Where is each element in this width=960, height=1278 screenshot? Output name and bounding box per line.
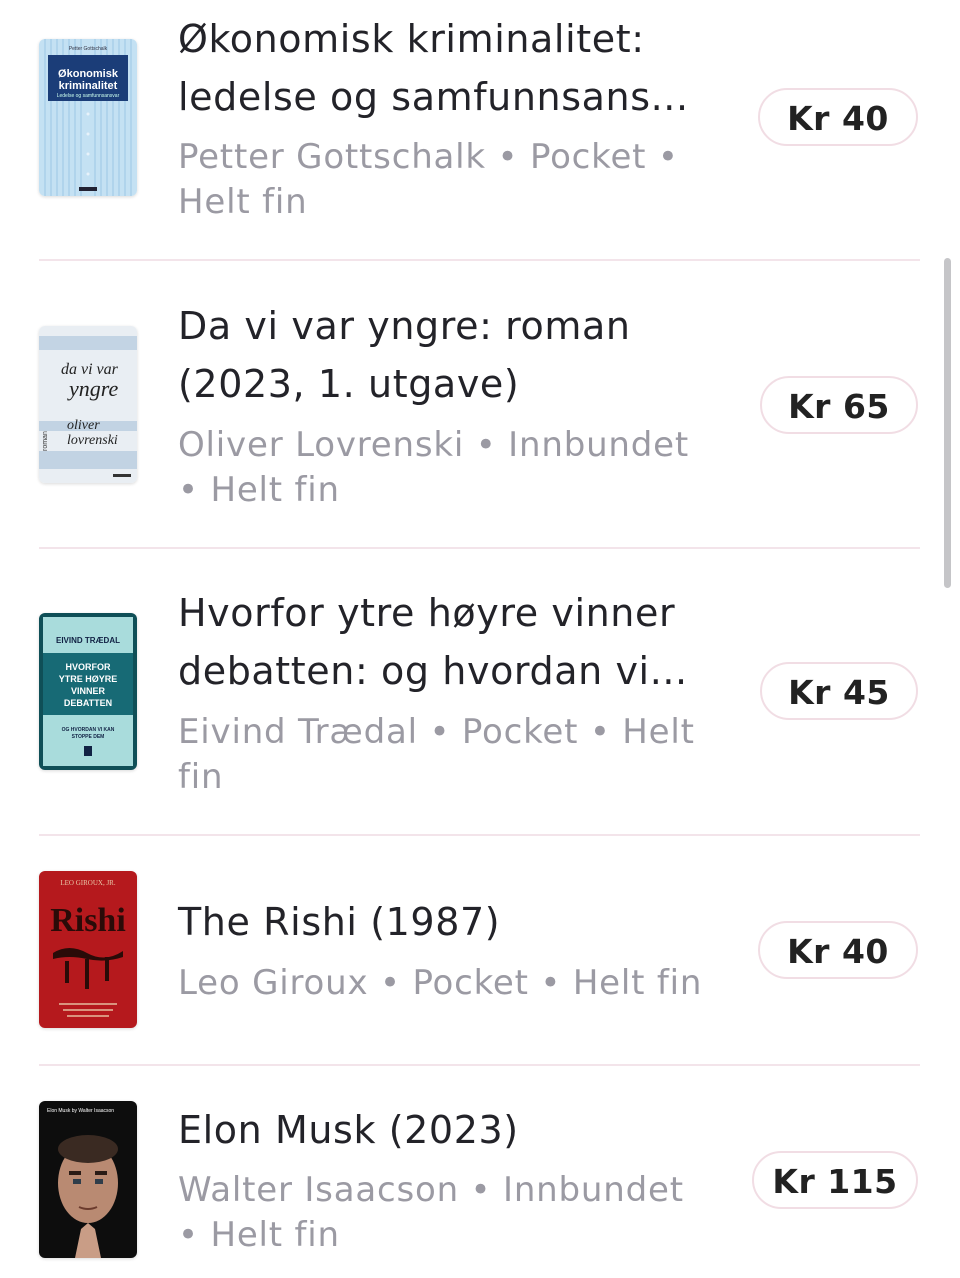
book-title-line: Elon Musk (2023) bbox=[178, 1108, 519, 1152]
price-button[interactable]: Kr 45 bbox=[760, 662, 918, 720]
price-button[interactable]: Kr 115 bbox=[752, 1151, 918, 1209]
list-item[interactable]: da vi var yngre oliver lovrenski roman D… bbox=[0, 261, 960, 549]
price-button[interactable]: Kr 40 bbox=[758, 88, 918, 146]
book-title[interactable]: Hvorfor ytre høyre vinner debatten: og h… bbox=[178, 584, 738, 700]
svg-text:YTRE HØYRE: YTRE HØYRE bbox=[59, 674, 118, 684]
book-title-line: Hvorfor ytre høyre vinner bbox=[178, 591, 676, 635]
book-cover-image[interactable]: Petter Gottschalk Økonomisk kriminalitet… bbox=[39, 39, 137, 196]
book-title[interactable]: The Rishi (1987) bbox=[178, 893, 738, 951]
book-title[interactable]: Elon Musk (2023) bbox=[178, 1101, 738, 1159]
book-meta-line: • Helt fin bbox=[178, 1215, 340, 1255]
svg-text:EIVIND TRÆDAL: EIVIND TRÆDAL bbox=[56, 636, 120, 645]
book-meta-line: Walter Isaacson • Innbundet bbox=[178, 1170, 684, 1210]
book-title-line: ledelse og samfunnsans... bbox=[178, 75, 689, 119]
svg-text:Ledelse og samfunnsansvar: Ledelse og samfunnsansvar bbox=[57, 93, 120, 99]
list-item[interactable]: Elon Musk by Walter Isaacson Elon Musk (… bbox=[0, 1065, 960, 1278]
book-meta-line: • Helt fin bbox=[178, 470, 340, 510]
svg-text:LEO GIROUX, JR.: LEO GIROUX, JR. bbox=[60, 879, 115, 887]
book-meta: Eivind Trædal • Pocket • Helt fin bbox=[178, 710, 718, 800]
book-meta-line: fin bbox=[178, 757, 224, 797]
price-button[interactable]: Kr 65 bbox=[760, 376, 918, 434]
svg-text:Elon Musk by Walter Isaacson: Elon Musk by Walter Isaacson bbox=[47, 1108, 114, 1114]
svg-text:roman: roman bbox=[42, 431, 49, 451]
price-button[interactable]: Kr 40 bbox=[758, 921, 918, 979]
book-title[interactable]: Økonomisk kriminalitet: ledelse og samfu… bbox=[178, 10, 738, 126]
book-cover-image[interactable]: LEO GIROUX, JR. Rishi bbox=[39, 871, 137, 1028]
book-meta: Oliver Lovrenski • Innbundet • Helt fin bbox=[178, 423, 718, 513]
book-meta: Leo Giroux • Pocket • Helt fin bbox=[178, 961, 718, 1006]
book-meta-line: Leo Giroux • Pocket • Helt fin bbox=[178, 963, 703, 1003]
book-title-line: (2023, 1. utgave) bbox=[178, 362, 520, 406]
svg-text:oliver: oliver bbox=[67, 418, 100, 433]
svg-text:lovrenski: lovrenski bbox=[67, 433, 118, 448]
list-item[interactable]: LEO GIROUX, JR. Rishi The Rishi (1987) L… bbox=[0, 835, 960, 1066]
list-item[interactable]: EIVIND TRÆDAL HVORFOR YTRE HØYRE VINNER … bbox=[0, 548, 960, 836]
book-meta-line: Petter Gottschalk • Pocket • bbox=[178, 137, 679, 177]
book-meta: Petter Gottschalk • Pocket • Helt fin bbox=[178, 135, 718, 225]
book-cover-image[interactable]: da vi var yngre oliver lovrenski roman bbox=[39, 326, 137, 483]
book-meta-line: Helt fin bbox=[178, 182, 308, 222]
svg-text:Rishi: Rishi bbox=[50, 902, 126, 939]
svg-text:OG HVORDAN VI KAN: OG HVORDAN VI KAN bbox=[62, 727, 115, 733]
book-title-line: Økonomisk kriminalitet: bbox=[178, 17, 645, 61]
svg-text:HVORFOR: HVORFOR bbox=[66, 662, 112, 672]
book-meta-line: Eivind Trædal • Pocket • Helt bbox=[178, 712, 695, 752]
book-meta-line: Oliver Lovrenski • Innbundet bbox=[178, 425, 690, 465]
svg-text:Petter Gottschalk: Petter Gottschalk bbox=[69, 46, 108, 52]
book-cover-image[interactable]: Elon Musk by Walter Isaacson bbox=[39, 1101, 137, 1258]
book-title-line: The Rishi (1987) bbox=[178, 900, 501, 944]
book-title[interactable]: Da vi var yngre: roman (2023, 1. utgave) bbox=[178, 297, 738, 413]
svg-text:STOPPE DEM: STOPPE DEM bbox=[72, 734, 105, 740]
book-meta: Walter Isaacson • Innbundet • Helt fin bbox=[178, 1168, 718, 1258]
svg-text:Økonomisk: Økonomisk bbox=[58, 68, 119, 80]
svg-text:DEBATTEN: DEBATTEN bbox=[64, 698, 112, 708]
scrollbar[interactable] bbox=[944, 258, 951, 588]
svg-text:VINNER: VINNER bbox=[71, 686, 106, 696]
book-title-line: debatten: og hvordan vi... bbox=[178, 649, 688, 693]
svg-text:yngre: yngre bbox=[67, 376, 119, 401]
list-item[interactable]: Petter Gottschalk Økonomisk kriminalitet… bbox=[0, 0, 960, 261]
book-title-line: Da vi var yngre: roman bbox=[178, 304, 631, 348]
svg-text:kriminalitet: kriminalitet bbox=[59, 80, 118, 92]
book-cover-image[interactable]: EIVIND TRÆDAL HVORFOR YTRE HØYRE VINNER … bbox=[39, 613, 137, 770]
